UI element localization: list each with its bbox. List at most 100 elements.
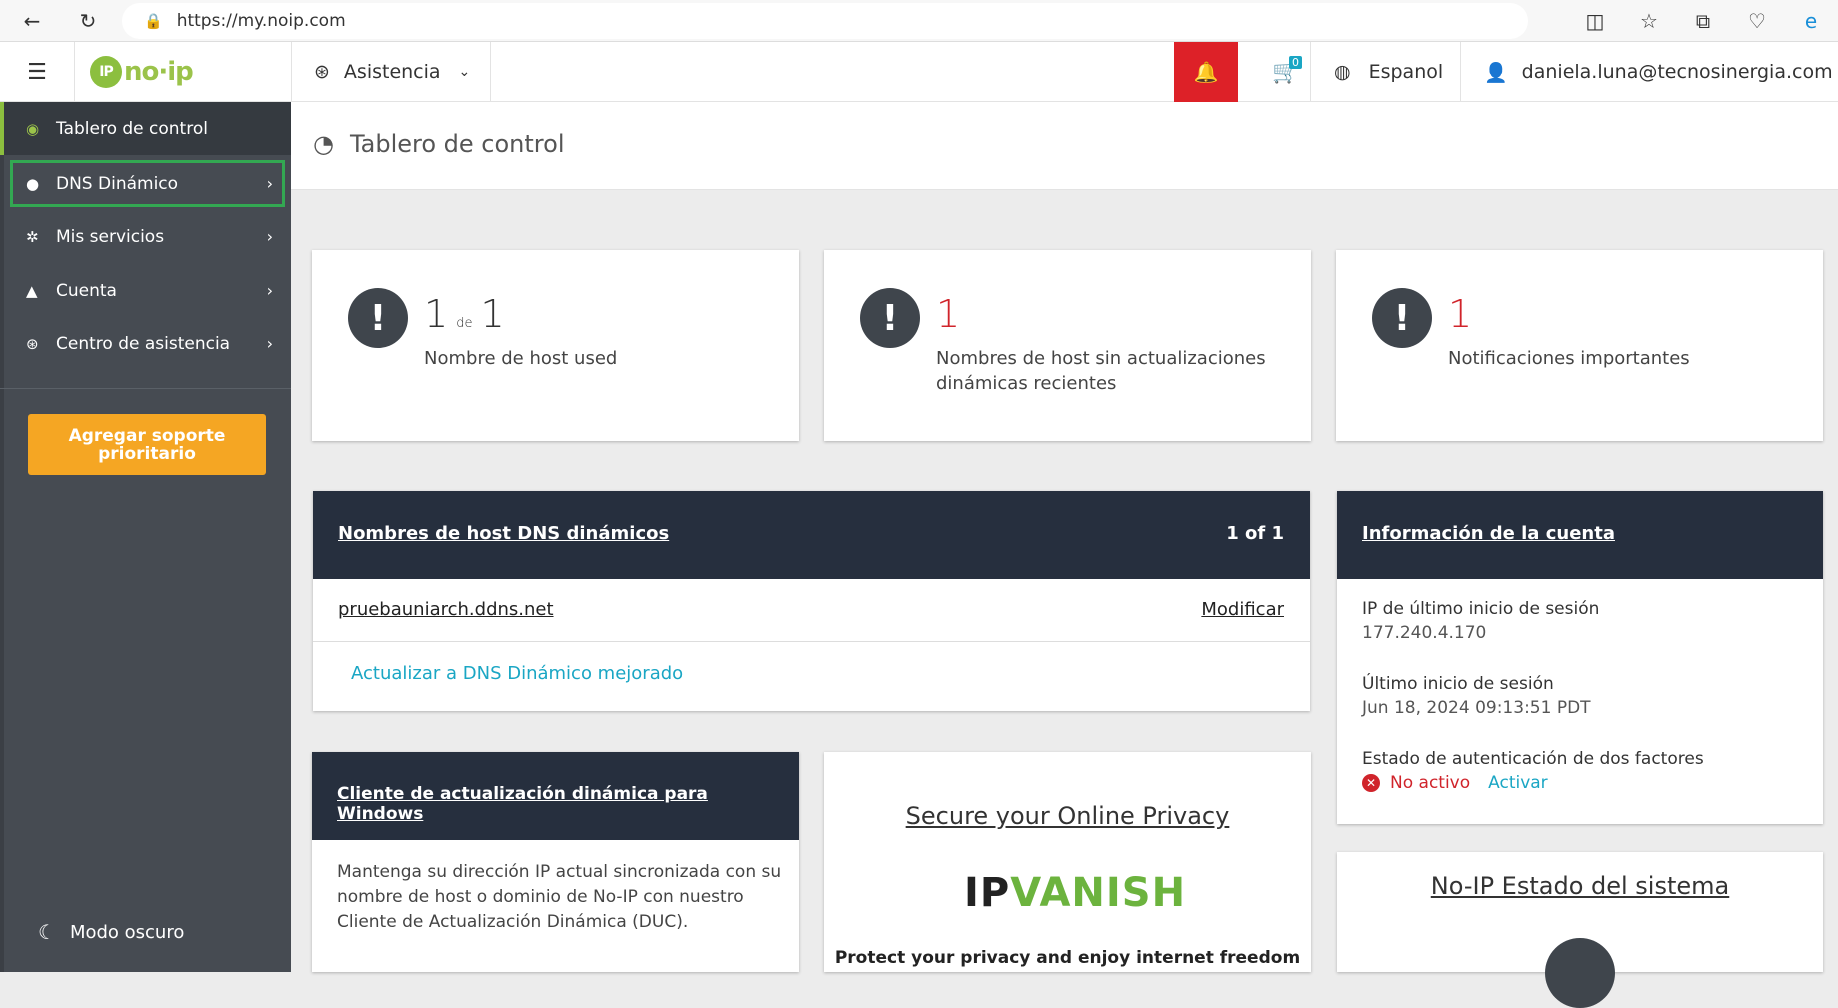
sidebar-item-label: Mis servicios bbox=[56, 226, 165, 247]
sidebar-item-label: Cuenta bbox=[56, 280, 117, 301]
system-status-card: No-IP Estado del sistema bbox=[1337, 852, 1823, 1008]
alert-icon: ! bbox=[860, 288, 920, 348]
duc-header: Cliente de actualización dinámica para W… bbox=[312, 752, 799, 840]
assist-menu[interactable]: ⊛ Asistencia ⌄ bbox=[314, 42, 470, 102]
highlight-box bbox=[10, 160, 285, 207]
divider bbox=[74, 42, 75, 102]
browser-actions: ◫ ☆ ⧉ ♡ e bbox=[1568, 0, 1838, 42]
menu-toggle-icon[interactable]: ☰ bbox=[0, 42, 74, 102]
ipvanish-title-link[interactable]: Secure your Online Privacy bbox=[824, 802, 1311, 830]
table-row: pruebauniarch.ddns.net Modificar bbox=[313, 579, 1310, 642]
page-title-bar: ◔ Tablero de control bbox=[291, 102, 1838, 190]
language-selector[interactable]: ◍ Espanol bbox=[1334, 42, 1443, 102]
lifebuoy-icon: ⊛ bbox=[314, 61, 330, 83]
browser-toolbar: ← ↻ 🔒 https://my.noip.com ◫ ☆ ⧉ ♡ e bbox=[0, 0, 1838, 42]
duc-card: Cliente de actualización dinámica para W… bbox=[312, 752, 799, 972]
language-label: Espanol bbox=[1368, 61, 1444, 83]
split-view-icon[interactable]: ◫ bbox=[1568, 1, 1622, 41]
system-status-link[interactable]: No-IP Estado del sistema bbox=[1337, 872, 1823, 900]
alert-icon: ! bbox=[348, 288, 408, 348]
chevron-down-icon: ⌄ bbox=[458, 64, 471, 80]
lock-icon: 🔒 bbox=[144, 12, 163, 30]
dashboard-icon: ◉ bbox=[26, 119, 40, 138]
app-header: ☰ IP no·ip ⊛ Asistencia ⌄ 🔔 🛒 0 ◍ Espano… bbox=[0, 42, 1838, 102]
divider bbox=[1460, 42, 1461, 102]
health-icon[interactable]: ♡ bbox=[1730, 1, 1784, 41]
hostnames-card: Nombres de host DNS dinámicos 1 of 1 pru… bbox=[313, 491, 1310, 711]
ipvanish-text: Protect your privacy and enjoy internet … bbox=[834, 948, 1301, 968]
divider bbox=[291, 42, 292, 102]
activate-link[interactable]: Activar bbox=[1488, 773, 1548, 793]
last-login-value: Jun 18, 2024 09:13:51 PDT bbox=[1362, 698, 1591, 718]
sidebar-item-services[interactable]: ✲ Mis servicios › bbox=[0, 210, 291, 263]
page-title: ◔ Tablero de control bbox=[313, 130, 565, 158]
hostname-link[interactable]: pruebauniarch.ddns.net bbox=[338, 599, 554, 620]
sidebar-item-dashboard[interactable]: ◉ Tablero de control bbox=[0, 102, 291, 155]
sidebar-item-account[interactable]: ▲ Cuenta › bbox=[0, 264, 291, 317]
account-info-title-link[interactable]: Información de la cuenta bbox=[1362, 523, 1615, 544]
two-factor-label: Estado de autenticación de dos factores bbox=[1362, 749, 1704, 769]
stat-value: 1 de 1 bbox=[424, 292, 505, 336]
hostnames-header: Nombres de host DNS dinámicos 1 of 1 bbox=[313, 491, 1310, 579]
gear-icon: ✲ bbox=[26, 227, 39, 246]
sidebar-item-label: Centro de asistencia bbox=[56, 333, 231, 354]
sidebar: ◉ Tablero de control ● DNS Dinámico › ✲ … bbox=[0, 102, 291, 972]
hostnames-title-link[interactable]: Nombres de host DNS dinámicos bbox=[338, 523, 669, 544]
notifications-bell-icon[interactable]: 🔔 bbox=[1174, 42, 1238, 102]
user-menu[interactable]: 👤 daniela.luna@tecnosinergia.com ⌄ bbox=[1484, 42, 1838, 102]
divider bbox=[1310, 42, 1311, 102]
assist-label: Asistencia bbox=[343, 61, 441, 83]
stat-label: Notificaciones importantes bbox=[1448, 348, 1690, 369]
last-ip-value: 177.240.4.170 bbox=[1362, 623, 1487, 643]
logo-icon: IP bbox=[90, 56, 122, 88]
hostnames-count: 1 of 1 bbox=[1226, 523, 1284, 544]
account-info-card: Información de la cuenta IP de último in… bbox=[1337, 491, 1823, 824]
account-info-header: Información de la cuenta bbox=[1337, 491, 1823, 579]
upgrade-dns-link[interactable]: Actualizar a DNS Dinámico mejorado bbox=[351, 663, 683, 684]
error-icon: ✕ bbox=[1362, 774, 1380, 792]
cart-button[interactable]: 🛒 0 bbox=[1258, 42, 1314, 102]
moon-icon: ☾ bbox=[38, 920, 56, 944]
stat-card-notifications: ! 1 Notificaciones importantes bbox=[1336, 250, 1823, 441]
page-title-text: Tablero de control bbox=[349, 130, 565, 158]
logo-text-vanish: VANISH bbox=[1010, 870, 1187, 916]
sidebar-item-label: Tablero de control bbox=[56, 118, 208, 139]
edge-icon[interactable]: e bbox=[1784, 1, 1838, 41]
url-text: https://my.noip.com bbox=[176, 11, 346, 31]
sidebar-item-help-center[interactable]: ⊛ Centro de asistencia › bbox=[0, 317, 291, 370]
modify-link[interactable]: Modificar bbox=[1201, 599, 1284, 620]
divider bbox=[0, 388, 291, 389]
noip-logo[interactable]: IP no·ip bbox=[90, 52, 194, 92]
stat-value: 1 bbox=[936, 292, 961, 336]
stat-value: 1 bbox=[1448, 292, 1473, 336]
dark-mode-toggle[interactable]: ☾ Modo oscuro bbox=[38, 920, 184, 944]
duc-description: Mantenga su dirección IP actual sincroni… bbox=[337, 862, 782, 932]
dark-mode-label: Modo oscuro bbox=[69, 921, 185, 943]
chevron-right-icon: › bbox=[266, 281, 273, 300]
dashboard-icon: ◔ bbox=[313, 130, 334, 158]
two-factor-block: Estado de autenticación de dos factores … bbox=[1362, 749, 1704, 793]
status-check-icon bbox=[1545, 938, 1615, 1008]
reload-icon[interactable]: ↻ bbox=[68, 1, 108, 41]
stat-label: Nombres de host sin actualizaciones diná… bbox=[936, 348, 1266, 394]
favorites-icon[interactable]: ☆ bbox=[1622, 1, 1676, 41]
user-icon: ▲ bbox=[26, 281, 38, 300]
user-email: daniela.luna@tecnosinergia.com bbox=[1521, 61, 1833, 83]
last-login-block: Último inicio de sesión Jun 18, 2024 09:… bbox=[1362, 674, 1591, 718]
chevron-right-icon: › bbox=[266, 334, 273, 353]
back-icon[interactable]: ← bbox=[12, 1, 52, 41]
address-bar[interactable]: 🔒 https://my.noip.com bbox=[122, 3, 1528, 39]
last-login-label: Último inicio de sesión bbox=[1362, 674, 1554, 694]
duc-title-link[interactable]: Cliente de actualización dinámica para W… bbox=[337, 784, 799, 824]
logo-text-ip: IP bbox=[964, 870, 1011, 916]
ipvanish-logo[interactable]: IPVANISH bbox=[964, 870, 1186, 916]
cart-count-badge: 0 bbox=[1289, 56, 1302, 69]
logo-text: no·ip bbox=[124, 57, 194, 87]
two-factor-status: No activo bbox=[1390, 773, 1471, 793]
stat-card-hosts-used: ! 1 de 1 Nombre de host used bbox=[312, 250, 799, 441]
globe-icon: ◍ bbox=[1334, 61, 1351, 83]
priority-support-button[interactable]: Agregar soporte prioritario bbox=[28, 414, 266, 475]
collections-icon[interactable]: ⧉ bbox=[1676, 1, 1730, 41]
last-ip-label: IP de último inicio de sesión bbox=[1362, 599, 1600, 619]
alert-icon: ! bbox=[1372, 288, 1432, 348]
